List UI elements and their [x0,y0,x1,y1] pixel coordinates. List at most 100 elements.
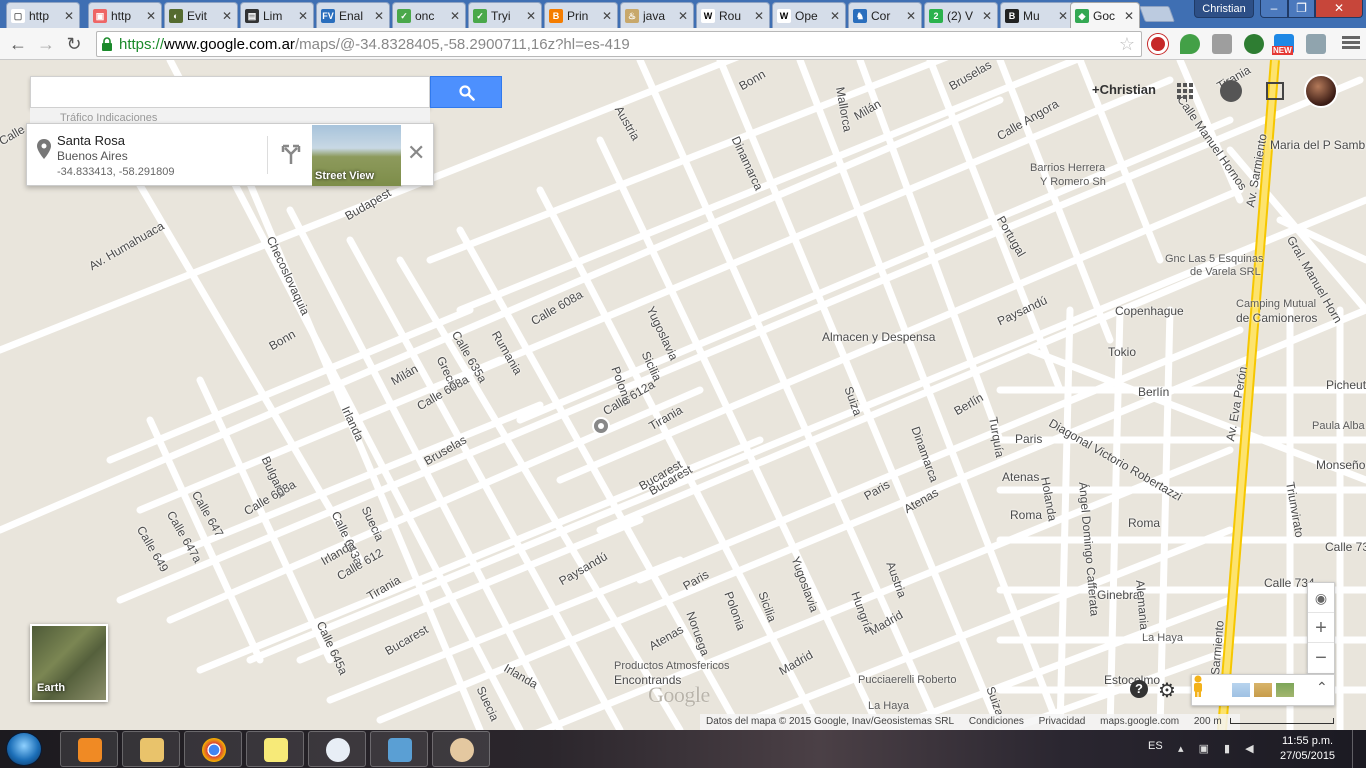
minimize-button[interactable]: – [1260,0,1288,18]
browser-tab[interactable]: B Prin ✕ [544,2,618,28]
download-extension-icon[interactable] [1212,34,1232,54]
search-subbar[interactable]: Tráfico Indicaciones [30,108,430,124]
apps-grid-icon[interactable] [1176,82,1194,100]
close-icon[interactable]: ✕ [407,142,425,164]
chrome-menu-icon[interactable] [1342,34,1360,52]
place-info-card[interactable]: Santa Rosa Buenos Aires -34.833413, -58.… [26,123,434,186]
taskbar-media-player[interactable] [60,731,118,767]
share-plus-icon[interactable] [1266,82,1284,100]
browser-tab[interactable]: ▣ http ✕ [88,2,162,28]
new-extension-icon[interactable]: NEW [1272,34,1294,55]
language-indicator[interactable]: ES [1148,740,1163,752]
tab-close-icon[interactable]: ✕ [1057,9,1069,23]
show-desktop-button[interactable] [1352,730,1366,768]
chevron-up-icon[interactable]: ⌃ [1316,679,1328,696]
street-view-thumbnail[interactable]: Street View [312,125,401,186]
browser-tab[interactable]: FV Enal ✕ [316,2,390,28]
tab-close-icon[interactable]: ✕ [145,9,157,23]
poi-label[interactable]: de Varela SRL [1190,266,1261,279]
browser-tab[interactable]: ♨ java ✕ [620,2,694,28]
tab-close-icon[interactable]: ✕ [297,9,309,23]
pegman-icon[interactable] [1192,675,1204,697]
adblock-extension-icon[interactable] [1148,34,1168,54]
poi-label[interactable]: La Haya [868,700,909,713]
google-plus-link[interactable]: +Christian [1092,82,1156,97]
tab-close-icon[interactable]: ✕ [829,9,841,23]
my-location-icon[interactable]: ◉ [1308,583,1334,613]
browser-tab[interactable]: ▤ Lim ✕ [240,2,314,28]
browser-tab[interactable]: ✓ onc ✕ [392,2,466,28]
browser-tab[interactable]: ✓ Tryi ✕ [468,2,542,28]
taskbar-paint[interactable] [432,731,490,767]
poi-label[interactable]: Paula Alba [1312,420,1365,433]
start-button[interactable] [6,732,42,766]
tab-close-icon[interactable]: ✕ [373,9,385,23]
new-tab-button[interactable] [1139,6,1175,22]
taskbar-photos[interactable] [370,731,428,767]
reload-button[interactable]: ↻ [62,32,86,56]
tab-close-icon[interactable]: ✕ [525,9,537,23]
search-button[interactable] [430,76,502,108]
address-bar[interactable]: https://www.google.com.ar/maps/@-34.8328… [96,31,1142,57]
zoom-in-button[interactable]: + [1308,613,1334,643]
tab-close-icon[interactable]: ✕ [981,9,993,23]
close-window-button[interactable]: ✕ [1315,0,1363,18]
poi-label[interactable]: Gnc Las 5 Esquinas [1165,253,1263,266]
tab-close-icon[interactable]: ✕ [63,9,75,23]
privacy-link[interactable]: Privacidad [1039,716,1086,727]
terrain-layer-thumb[interactable] [1254,683,1272,697]
weather-layer-thumb[interactable] [1232,683,1250,697]
browser-tab[interactable]: W Rou ✕ [696,2,770,28]
browser-tab[interactable]: ▢ http ✕ [6,2,80,28]
poi-label[interactable]: Camping Mutual [1236,298,1316,311]
system-tray[interactable]: ▴ ▣ ▮ ◀ [1178,742,1260,755]
search-input[interactable] [31,77,429,107]
terms-link[interactable]: Condiciones [969,716,1024,727]
gear-icon[interactable]: ⚙ [1158,678,1176,703]
earth-view-toggle[interactable]: Earth [30,624,108,702]
browser-tab[interactable]: W Ope ✕ [772,2,846,28]
map-canvas[interactable]: Austria Bonn Dinamarca Mallorca Milán Brusela… [0,60,1366,730]
back-button[interactable]: ← [6,32,30,56]
photos-layer-thumb[interactable] [1276,683,1294,697]
tab-close-icon[interactable]: ✕ [449,9,461,23]
poi-label[interactable]: Y Romero Sh [1040,176,1106,189]
forward-button[interactable]: → [34,32,58,56]
taskbar-chrome[interactable] [184,731,242,767]
browser-tab[interactable]: ◐ Evit ✕ [164,2,238,28]
bookmark-star-icon[interactable]: ☆ [1119,34,1135,55]
zoom-out-button[interactable]: − [1308,643,1334,673]
map-location-marker[interactable] [592,417,610,435]
search-box[interactable] [30,76,430,108]
poi-label[interactable]: Productos Atmosfericos [614,660,730,673]
poi-label[interactable]: Barrios Herrera [1030,162,1105,175]
tab-close-icon[interactable]: ✕ [677,9,689,23]
poi-label[interactable]: Pucciaerelli Roberto [858,674,956,687]
maps-site-link[interactable]: maps.google.com [1100,716,1179,727]
directions-icon[interactable] [281,144,301,164]
tab-title: java [643,8,666,23]
tab-close-icon[interactable]: ✕ [1123,9,1135,23]
evernote-extension-icon[interactable] [1180,34,1200,54]
taskbar-file-explorer[interactable] [122,731,180,767]
maximize-button[interactable]: ❐ [1288,0,1315,18]
poi-label[interactable]: La Haya [1142,632,1183,645]
browser-tab[interactable]: ♞ Cor ✕ [848,2,922,28]
help-icon[interactable]: ? [1130,680,1148,698]
camera-extension-icon[interactable] [1306,34,1326,54]
tab-close-icon[interactable]: ✕ [601,9,613,23]
tab-close-icon[interactable]: ✕ [753,9,765,23]
pushbullet-extension-icon[interactable] [1244,34,1264,54]
avatar[interactable] [1304,74,1338,108]
tab-close-icon[interactable]: ✕ [221,9,233,23]
taskbar-browser[interactable] [308,731,366,767]
browser-tab[interactable]: B Mu ✕ [1000,2,1074,28]
clock[interactable]: 11:55 p.m. 27/05/2015 [1280,734,1335,764]
notifications-bell-icon[interactable] [1220,80,1242,102]
earth-label: Earth [37,682,66,694]
browser-tab[interactable]: ◆ Goc ✕ [1070,2,1140,28]
tab-close-icon[interactable]: ✕ [905,9,917,23]
browser-tab[interactable]: 2 (2) V ✕ [924,2,998,28]
profile-button[interactable]: Christian [1194,0,1254,18]
taskbar-sticky-notes[interactable] [246,731,304,767]
